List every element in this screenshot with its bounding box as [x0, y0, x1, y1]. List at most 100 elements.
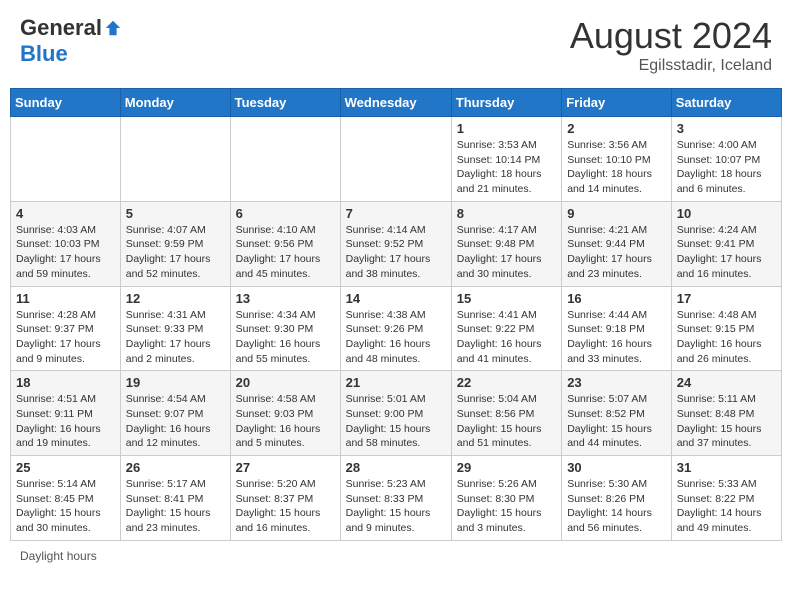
- calendar-cell: 24 Sunrise: 5:11 AM Sunset: 8:48 PM Dayli…: [671, 371, 781, 456]
- day-info: Sunrise: 4:10 AM Sunset: 9:56 PM Dayligh…: [236, 223, 335, 282]
- calendar-cell: 25 Sunrise: 5:14 AM Sunset: 8:45 PM Dayli…: [11, 456, 121, 541]
- day-info: Sunrise: 4:31 AM Sunset: 9:33 PM Dayligh…: [126, 308, 225, 367]
- day-number: 26: [126, 460, 225, 475]
- day-info: Sunrise: 5:20 AM Sunset: 8:37 PM Dayligh…: [236, 477, 335, 536]
- calendar-cell: 14 Sunrise: 4:38 AM Sunset: 9:26 PM Dayli…: [340, 286, 451, 371]
- day-number: 10: [677, 206, 776, 221]
- header-monday: Monday: [120, 89, 230, 117]
- header-tuesday: Tuesday: [230, 89, 340, 117]
- week-row-4: 18 Sunrise: 4:51 AM Sunset: 9:11 PM Dayli…: [11, 371, 782, 456]
- day-info: Sunrise: 4:17 AM Sunset: 9:48 PM Dayligh…: [457, 223, 556, 282]
- week-row-3: 11Sunrise: 4:28 AM Sunset: 9:37 PM Dayli…: [11, 286, 782, 371]
- day-number: 9: [567, 206, 666, 221]
- day-info: Sunrise: 4:03 AM Sunset: 10:03 PM Daylig…: [16, 223, 115, 282]
- day-number: 12: [126, 291, 225, 306]
- calendar-cell: 7 Sunrise: 4:14 AM Sunset: 9:52 PM Daylig…: [340, 201, 451, 286]
- day-number: 15: [457, 291, 556, 306]
- day-number: 7: [346, 206, 446, 221]
- day-info: Sunrise: 4:44 AM Sunset: 9:18 PM Dayligh…: [567, 308, 666, 367]
- day-info: Sunrise: 4:14 AM Sunset: 9:52 PM Dayligh…: [346, 223, 446, 282]
- header-sunday: Sunday: [11, 89, 121, 117]
- day-info: Sunrise: 4:00 AM Sunset: 10:07 PM Daylig…: [677, 138, 776, 197]
- calendar-cell: 13 Sunrise: 4:34 AM Sunset: 9:30 PM Dayli…: [230, 286, 340, 371]
- calendar-cell: 28 Sunrise: 5:23 AM Sunset: 8:33 PM Dayli…: [340, 456, 451, 541]
- day-info: Sunrise: 4:58 AM Sunset: 9:03 PM Dayligh…: [236, 392, 335, 451]
- location-title: Egilsstadir, Iceland: [570, 57, 772, 75]
- day-number: 8: [457, 206, 556, 221]
- day-number: 14: [346, 291, 446, 306]
- day-number: 16: [567, 291, 666, 306]
- day-number: 31: [677, 460, 776, 475]
- day-info: Sunrise: 4:41 AM Sunset: 9:22 PM Dayligh…: [457, 308, 556, 367]
- day-number: 17: [677, 291, 776, 306]
- calendar-cell: [120, 117, 230, 202]
- title-section: August 2024 Egilsstadir, Iceland: [570, 15, 772, 75]
- header-saturday: Saturday: [671, 89, 781, 117]
- calendar-cell: 8 Sunrise: 4:17 AM Sunset: 9:48 PM Daylig…: [451, 201, 561, 286]
- header-friday: Friday: [562, 89, 672, 117]
- calendar-cell: 21 Sunrise: 5:01 AM Sunset: 9:00 PM Dayli…: [340, 371, 451, 456]
- logo-icon: [104, 19, 122, 37]
- header-wednesday: Wednesday: [340, 89, 451, 117]
- day-info: Sunrise: 3:53 AM Sunset: 10:14 PM Daylig…: [457, 138, 556, 197]
- day-info: Sunrise: 3:56 AM Sunset: 10:10 PM Daylig…: [567, 138, 666, 197]
- day-info: Sunrise: 5:14 AM Sunset: 8:45 PM Dayligh…: [16, 477, 115, 536]
- calendar-cell: 26 Sunrise: 5:17 AM Sunset: 8:41 PM Dayli…: [120, 456, 230, 541]
- week-row-2: 4 Sunrise: 4:03 AM Sunset: 10:03 PM Dayli…: [11, 201, 782, 286]
- day-number: 28: [346, 460, 446, 475]
- calendar-cell: [230, 117, 340, 202]
- calendar-cell: 1Sunrise: 3:53 AM Sunset: 10:14 PM Dayli…: [451, 117, 561, 202]
- day-number: 5: [126, 206, 225, 221]
- day-number: 22: [457, 375, 556, 390]
- calendar-cell: 29 Sunrise: 5:26 AM Sunset: 8:30 PM Dayli…: [451, 456, 561, 541]
- day-number: 4: [16, 206, 115, 221]
- calendar-cell: [11, 117, 121, 202]
- day-info: Sunrise: 5:17 AM Sunset: 8:41 PM Dayligh…: [126, 477, 225, 536]
- calendar-table: SundayMondayTuesdayWednesdayThursdayFrid…: [10, 88, 782, 541]
- page-header: General Blue August 2024 Egilsstadir, Ic…: [10, 10, 782, 80]
- day-number: 21: [346, 375, 446, 390]
- calendar-cell: 4 Sunrise: 4:03 AM Sunset: 10:03 PM Dayli…: [11, 201, 121, 286]
- calendar-cell: 19Sunrise: 4:54 AM Sunset: 9:07 PM Dayli…: [120, 371, 230, 456]
- day-info: Sunrise: 5:33 AM Sunset: 8:22 PM Dayligh…: [677, 477, 776, 536]
- month-title: August 2024: [570, 15, 772, 57]
- calendar-header-row: SundayMondayTuesdayWednesdayThursdayFrid…: [11, 89, 782, 117]
- header-thursday: Thursday: [451, 89, 561, 117]
- day-info: Sunrise: 4:07 AM Sunset: 9:59 PM Dayligh…: [126, 223, 225, 282]
- day-number: 18: [16, 375, 115, 390]
- week-row-5: 25 Sunrise: 5:14 AM Sunset: 8:45 PM Dayli…: [11, 456, 782, 541]
- day-number: 3: [677, 121, 776, 136]
- day-info: Sunrise: 5:04 AM Sunset: 8:56 PM Dayligh…: [457, 392, 556, 451]
- calendar-cell: 20 Sunrise: 4:58 AM Sunset: 9:03 PM Dayli…: [230, 371, 340, 456]
- day-info: Sunrise: 5:26 AM Sunset: 8:30 PM Dayligh…: [457, 477, 556, 536]
- day-number: 23: [567, 375, 666, 390]
- day-info: Sunrise: 5:23 AM Sunset: 8:33 PM Dayligh…: [346, 477, 446, 536]
- day-info: Sunrise: 4:51 AM Sunset: 9:11 PM Dayligh…: [16, 392, 115, 451]
- calendar-cell: 5 Sunrise: 4:07 AM Sunset: 9:59 PM Daylig…: [120, 201, 230, 286]
- day-number: 2: [567, 121, 666, 136]
- day-info: Sunrise: 4:34 AM Sunset: 9:30 PM Dayligh…: [236, 308, 335, 367]
- day-number: 6: [236, 206, 335, 221]
- calendar-cell: 15 Sunrise: 4:41 AM Sunset: 9:22 PM Dayli…: [451, 286, 561, 371]
- day-info: Sunrise: 5:01 AM Sunset: 9:00 PM Dayligh…: [346, 392, 446, 451]
- day-info: Sunrise: 4:24 AM Sunset: 9:41 PM Dayligh…: [677, 223, 776, 282]
- day-info: Sunrise: 5:07 AM Sunset: 8:52 PM Dayligh…: [567, 392, 666, 451]
- day-number: 27: [236, 460, 335, 475]
- day-number: 20: [236, 375, 335, 390]
- day-number: 25: [16, 460, 115, 475]
- day-info: Sunrise: 4:28 AM Sunset: 9:37 PM Dayligh…: [16, 308, 115, 367]
- logo: General Blue: [20, 15, 122, 67]
- week-row-1: 1Sunrise: 3:53 AM Sunset: 10:14 PM Dayli…: [11, 117, 782, 202]
- day-info: Sunrise: 4:38 AM Sunset: 9:26 PM Dayligh…: [346, 308, 446, 367]
- calendar-cell: 12 Sunrise: 4:31 AM Sunset: 9:33 PM Dayli…: [120, 286, 230, 371]
- day-info: Sunrise: 5:11 AM Sunset: 8:48 PM Dayligh…: [677, 392, 776, 451]
- day-number: 29: [457, 460, 556, 475]
- logo-general-text: General: [20, 15, 102, 41]
- calendar-cell: 16 Sunrise: 4:44 AM Sunset: 9:18 PM Dayli…: [562, 286, 672, 371]
- day-number: 24: [677, 375, 776, 390]
- day-number: 30: [567, 460, 666, 475]
- logo-blue-text: Blue: [20, 41, 68, 67]
- day-number: 13: [236, 291, 335, 306]
- calendar-cell: 30Sunrise: 5:30 AM Sunset: 8:26 PM Dayli…: [562, 456, 672, 541]
- calendar-cell: 18 Sunrise: 4:51 AM Sunset: 9:11 PM Dayli…: [11, 371, 121, 456]
